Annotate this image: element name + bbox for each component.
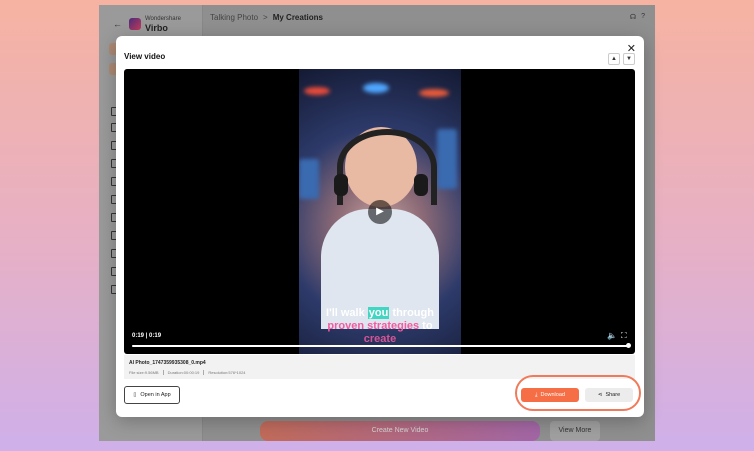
play-icon[interactable]: ▶ (368, 200, 392, 224)
video-frame: ▶ I'll walk you through proven strategie… (299, 69, 461, 354)
breadcrumb-separator: > (263, 13, 268, 22)
top-icons: ☊ ? (630, 13, 645, 21)
breadcrumb-parent[interactable]: Talking Photo (210, 13, 258, 22)
modal-title: View video (124, 52, 166, 61)
create-new-video-button[interactable]: Create New Video (260, 421, 540, 441)
file-resolution: Resolution:576*1024 (203, 370, 246, 375)
brand-product: Virbo (145, 23, 168, 33)
breadcrumb-current: My Creations (272, 13, 323, 22)
highlight-ring (515, 375, 641, 411)
bookmark-icon: ▯ (133, 392, 137, 398)
fullscreen-icon[interactable]: ⛶ (621, 331, 627, 341)
file-meta: File size:9.56MB Duration:00:00:19 Resol… (129, 370, 246, 375)
file-duration: Duration:00:00:19 (162, 370, 199, 375)
file-size: File size:9.56MB (129, 370, 159, 375)
video-player[interactable]: ▶ I'll walk you through proven strategie… (124, 69, 635, 354)
video-caption: I'll walk you through proven strategies … (326, 307, 434, 345)
time-display: 0:19 | 0:19 (132, 333, 162, 339)
brand: ← Wondershare Virbo (113, 15, 181, 33)
breadcrumb: Talking Photo > My Creations (210, 13, 323, 22)
top-bar: Talking Photo > My Creations ☊ ? (202, 5, 655, 29)
progress-fill (132, 345, 629, 347)
progress-handle[interactable] (626, 343, 631, 348)
arrow-left-icon[interactable]: ← (113, 19, 122, 29)
volume-icon[interactable]: 🔈 (607, 331, 617, 340)
file-name: AI Photo_1747359935308_0.mp4 (129, 360, 206, 366)
help-icon[interactable]: ? (641, 13, 645, 21)
view-video-modal: View video ✕ ▲ ▼ ▶ I'll walk you through… (116, 36, 644, 417)
open-in-app-button[interactable]: ▯ Open in App (124, 386, 180, 404)
progress-bar[interactable] (132, 343, 631, 348)
thumb-up-icon[interactable]: ▲ (608, 53, 620, 65)
view-more-button[interactable]: View More (550, 421, 600, 441)
virbo-logo (129, 18, 141, 30)
headset-icon[interactable]: ☊ (630, 13, 636, 21)
thumb-down-icon[interactable]: ▼ (623, 53, 635, 65)
